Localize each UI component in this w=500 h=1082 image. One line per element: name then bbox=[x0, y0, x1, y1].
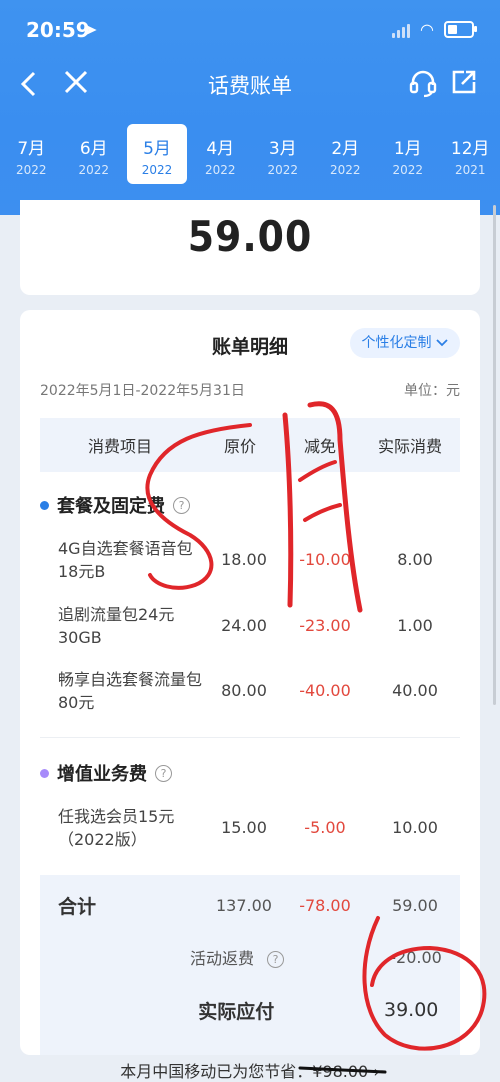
section-title: 增值业务费 bbox=[57, 764, 147, 785]
year-label: 2022 bbox=[78, 163, 110, 177]
payable-label: 实际应付 bbox=[198, 1000, 275, 1023]
section-dot bbox=[40, 500, 49, 510]
month-label: 3月 bbox=[268, 139, 297, 159]
signal-icon bbox=[392, 22, 411, 38]
item-actual: 10.00 bbox=[392, 818, 438, 837]
sum-row: 合计 137.00 -78.00 59.00 bbox=[40, 890, 460, 920]
year-label: 2022 bbox=[141, 163, 173, 177]
scrollbar[interactable] bbox=[493, 205, 496, 705]
tab-month-1[interactable]: 1月 2022 bbox=[377, 124, 440, 184]
header-name: 消费项目 bbox=[87, 437, 152, 456]
status-indicators: ◠ bbox=[392, 20, 477, 39]
table-row: 任我选会员15元（2022版） 15.00 -5.00 10.00 bbox=[40, 800, 460, 855]
tab-month-6[interactable]: 6月 2022 bbox=[63, 124, 126, 184]
month-tabs: 7月 2022 6月 2022 5月 2022 4月 2022 3月 2022 2月 202… bbox=[0, 124, 500, 188]
navigation-bar: 话费账单 bbox=[0, 58, 500, 114]
item-orig: 24.00 bbox=[221, 616, 267, 635]
month-label: 12月 bbox=[450, 139, 490, 159]
tab-month-3[interactable]: 3月 2022 bbox=[252, 124, 315, 184]
year-label: 2022 bbox=[329, 163, 361, 177]
help-icon[interactable]: ? bbox=[173, 496, 190, 514]
table-row: 4G自选套餐语音包18元B 18.00 -10.00 8.00 bbox=[40, 532, 460, 587]
headset-icon[interactable] bbox=[408, 68, 438, 102]
month-label: 1月 bbox=[393, 139, 422, 159]
section-title: 套餐及固定费 bbox=[57, 496, 165, 517]
item-orig: 18.00 bbox=[221, 550, 267, 569]
item-disc: -10.00 bbox=[299, 550, 351, 569]
year-label: 2021 bbox=[454, 163, 486, 177]
item-actual: 1.00 bbox=[397, 616, 433, 635]
payable-value: 39.00 bbox=[383, 999, 439, 1021]
payable-row: 实际应付 39.00 bbox=[40, 995, 460, 1025]
item-orig: 80.00 bbox=[221, 681, 267, 700]
share-icon[interactable] bbox=[450, 68, 478, 100]
year-label: 2022 bbox=[392, 163, 424, 177]
tab-month-5[interactable]: 5月 2022 bbox=[127, 124, 187, 184]
year-label: 2022 bbox=[267, 163, 299, 177]
month-label: 2月 bbox=[331, 139, 360, 159]
header-orig: 原价 bbox=[223, 437, 256, 456]
rebate-value: -20.00 bbox=[390, 947, 442, 967]
location-arrow-icon: ➤ bbox=[84, 20, 98, 39]
sum-orig: 137.00 bbox=[216, 895, 272, 915]
item-name: 任我选会员15元（2022版） bbox=[58, 806, 175, 849]
month-label: 7月 bbox=[17, 139, 46, 159]
section-package-fees: 套餐及固定费 ? bbox=[40, 492, 460, 518]
table-header: 消费项目 原价 减免 实际消费 bbox=[40, 418, 460, 472]
item-actual: 8.00 bbox=[397, 550, 433, 569]
wifi-icon: ◠ bbox=[420, 20, 434, 39]
rebate-label: 活动返费 bbox=[189, 949, 254, 968]
rebate-row: 活动返费 ? -20.00 bbox=[40, 942, 460, 972]
help-icon[interactable]: ? bbox=[155, 764, 172, 782]
item-name: 畅享自选套餐流量包80元 bbox=[58, 669, 203, 712]
tab-month-12[interactable]: 12月 2021 bbox=[439, 124, 500, 184]
month-label: 4月 bbox=[206, 139, 235, 159]
saving-link[interactable]: 本月中国移动已为您节省：¥98.00 › bbox=[0, 1058, 500, 1082]
sum-label: 合计 bbox=[58, 895, 97, 918]
item-name: 4G自选套餐语音包18元B bbox=[58, 538, 193, 581]
item-orig: 15.00 bbox=[221, 818, 267, 837]
help-icon[interactable]: ? bbox=[267, 951, 285, 968]
tab-month-7[interactable]: 7月 2022 bbox=[0, 124, 63, 184]
chevron-down-icon bbox=[436, 335, 448, 351]
table-row: 追剧流量包24元30GB 24.00 -23.00 1.00 bbox=[40, 598, 460, 653]
bill-detail-card: 账单明细 个性化定制 2022年5月1日-2022年5月31日 单位：元 消费项… bbox=[20, 310, 480, 1055]
month-label: 5月 bbox=[143, 139, 171, 159]
item-disc: -5.00 bbox=[304, 818, 346, 837]
total-amount: 59.00 bbox=[187, 212, 313, 261]
item-actual: 40.00 bbox=[392, 681, 438, 700]
tab-month-4[interactable]: 4月 2022 bbox=[189, 124, 252, 184]
header-disc: 减免 bbox=[303, 437, 336, 456]
tab-month-2[interactable]: 2月 2022 bbox=[314, 124, 377, 184]
section-value-added: 增值业务费 ? bbox=[40, 760, 460, 786]
table-row: 畅享自选套餐流量包80元 80.00 -40.00 40.00 bbox=[40, 663, 460, 718]
header-actual: 实际消费 bbox=[377, 437, 442, 456]
sum-actual: 59.00 bbox=[392, 895, 438, 915]
bill-period: 2022年5月1日-2022年5月31日 bbox=[40, 383, 245, 399]
status-time: 20:59 bbox=[26, 18, 90, 42]
customize-button[interactable]: 个性化定制 bbox=[349, 328, 460, 358]
status-bar: 20:59 ➤ ◠ bbox=[0, 0, 500, 58]
item-name: 追剧流量包24元30GB bbox=[58, 604, 175, 647]
total-card: 59.00 bbox=[20, 200, 480, 295]
battery-icon bbox=[444, 21, 477, 38]
item-disc: -40.00 bbox=[299, 681, 351, 700]
customize-label: 个性化定制 bbox=[361, 335, 432, 351]
sum-disc: -78.00 bbox=[299, 895, 351, 915]
unit-label: 单位：元 bbox=[404, 383, 460, 399]
month-label: 6月 bbox=[79, 139, 108, 159]
section-dot bbox=[40, 768, 49, 778]
divider bbox=[40, 737, 460, 738]
item-disc: -23.00 bbox=[299, 616, 351, 635]
year-label: 2022 bbox=[204, 163, 236, 177]
year-label: 2022 bbox=[15, 163, 47, 177]
rebate-label-wrap: 活动返费 ? bbox=[40, 945, 292, 969]
